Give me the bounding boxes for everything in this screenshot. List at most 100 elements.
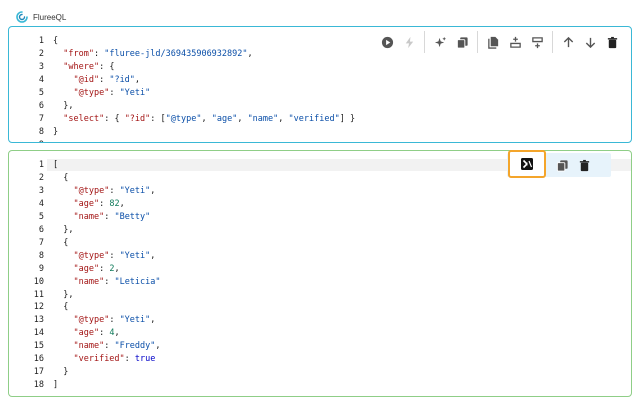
json-string: "Yeti" [119,185,151,196]
json-key: "age" [73,328,100,339]
line-number: 15 [33,341,44,352]
move-up-button[interactable] [557,31,579,53]
json-punctuation [53,62,63,72]
json-punctuation: , [114,263,120,274]
json-key: "@type" [73,185,110,196]
code-line: "select": { "?id": ["@type", "age", "nam… [53,113,355,125]
result-viewer[interactable]: 1 2 3 4 5 6 7 8 9 10 11 12 13 14 15 16 17 18 [ { "@type":… [8,150,632,397]
json-punctuation: : [99,198,110,209]
code-line: ] [53,379,58,391]
json-key: "?id" [124,113,151,124]
export-excel-button[interactable] [508,150,546,178]
duplicate-button[interactable] [482,31,504,53]
code-line: "@type": "Yeti", [53,250,155,262]
json-punctuation: { [53,237,69,248]
json-punctuation: : [99,263,110,274]
json-punctuation: [ [53,160,59,170]
json-string: "age" [211,113,238,124]
lightning-button[interactable] [398,31,420,53]
line-number: 17 [33,367,44,378]
json-string: "name" [247,113,279,124]
json-punctuation: }, [53,289,74,300]
json-punctuation: : [104,211,115,222]
json-key: "age" [73,263,100,274]
json-key: "select" [63,113,105,124]
toolbar-separator [552,31,553,53]
line-number: 18 [33,380,44,391]
json-key: "name" [73,211,105,222]
json-string: "Freddy" [114,341,156,352]
trash-icon [607,36,617,48]
insert-below-button[interactable] [526,31,548,53]
copy-result-button[interactable] [551,154,573,176]
json-punctuation: { [53,302,69,313]
json-punctuation [53,251,73,261]
json-punctuation: , [247,48,253,59]
code-line: "age": 4, [53,327,120,339]
json-punctuation: , [201,113,212,124]
ai-sparkle-button[interactable] [429,31,451,53]
line-number: 5 [38,211,44,222]
code-line: "age": 82, [53,198,125,210]
json-punctuation: : [93,48,105,59]
line-number: 10 [33,276,44,287]
move-down-button[interactable] [579,31,601,53]
json-string: "@type" [165,113,202,124]
json-punctuation [53,199,73,209]
json-punctuation: : [109,315,120,326]
app-name: FlureeQL [33,12,67,22]
delete-result-button[interactable] [573,154,595,176]
insert-below-icon [531,36,543,48]
json-punctuation [53,341,73,351]
json-punctuation: : [109,250,120,261]
code-line: "from": "fluree-jld/369435906932892", [53,48,253,60]
json-string: "fluree-jld/369435906932892" [104,48,248,59]
json-punctuation: , [114,328,120,339]
json-punctuation: : [104,276,115,287]
json-punctuation [53,354,73,364]
json-punctuation: , [119,198,125,209]
line-number: 4 [38,198,44,209]
query-editor[interactable]: 1 2 3 4 5 6 7 8 9 { "from": "fluree-jld/36943590… [8,26,632,143]
excel-icon [521,158,533,170]
play-icon [381,36,393,48]
code-line: }, [53,100,73,112]
line-number: 14 [33,328,44,339]
json-key: "verified" [73,354,125,365]
json-string: "Yeti" [119,250,151,261]
app-header: FlureeQL [16,9,66,25]
json-string: "Betty" [114,211,151,222]
json-punctuation: } [53,126,59,137]
json-key: "@type" [73,250,110,261]
line-number: 6 [38,224,44,235]
line-number: 3 [38,61,44,72]
line-number: 9 [38,263,44,274]
json-punctuation: ] [53,380,59,391]
json-punctuation: : [99,74,110,85]
documents-icon [487,36,498,49]
code-line: "name": "Leticia" [53,276,160,288]
code-line: "@type": "Yeti" [53,87,150,99]
json-punctuation: : [124,354,135,365]
code-line: "where": { [53,61,114,73]
copy-icon [556,159,568,172]
line-number: 9 [14,139,44,142]
insert-above-button[interactable] [504,31,526,53]
line-number: 16 [33,354,44,365]
json-punctuation [53,49,63,59]
run-button[interactable] [376,31,398,53]
json-punctuation: : [ [150,113,166,124]
line-number: 6 [38,100,44,111]
copy-query-button[interactable] [451,31,473,53]
json-punctuation [53,212,73,222]
trash-icon [579,159,589,171]
code-line: "@id": "?id", [53,74,140,86]
code-line: { [53,35,58,47]
line-number: 1 [38,160,44,170]
json-punctuation: , [237,113,248,124]
arrow-down-icon [585,37,595,48]
code-line: }, [53,289,73,301]
json-punctuation [53,328,73,338]
line-number: 2 [38,172,44,183]
delete-query-button[interactable] [601,31,623,53]
